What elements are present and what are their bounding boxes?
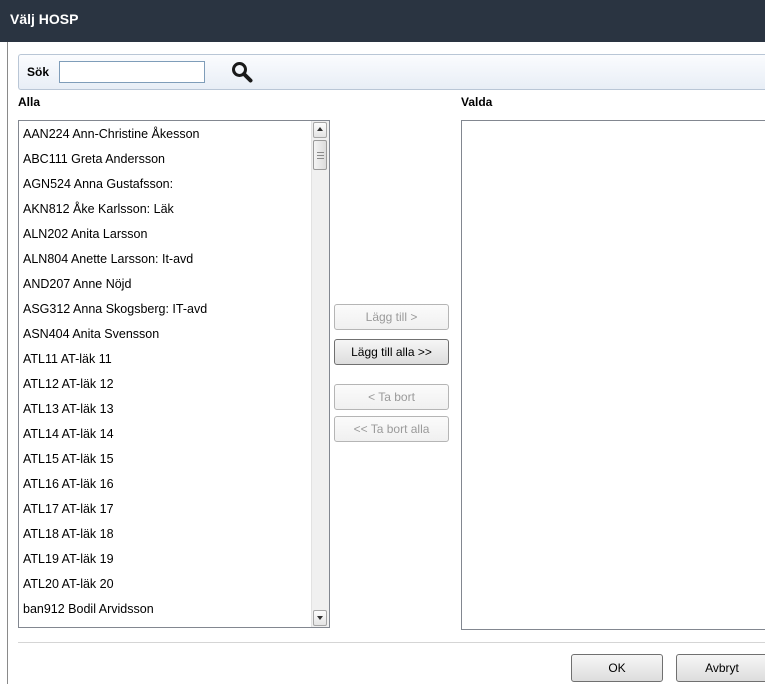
list-item[interactable]: ATL12 AT-läk 12 — [19, 371, 311, 396]
arrow-down-icon — [317, 616, 323, 620]
dialog-title: Välj HOSP — [10, 11, 79, 27]
list-item[interactable]: AAN224 Ann-Christine Åkesson — [19, 121, 311, 146]
available-list[interactable]: AAN224 Ann-Christine Åkesson ABC111 Gret… — [18, 120, 330, 628]
available-list-scrollbar[interactable] — [311, 121, 329, 627]
list-item[interactable]: ATL18 AT-läk 18 — [19, 521, 311, 546]
list-item[interactable]: ASG312 Anna Skogsberg: IT-avd — [19, 296, 311, 321]
search-bar: Sök — [18, 54, 765, 90]
search-label: Sök — [27, 65, 50, 79]
scroll-up-button[interactable] — [313, 122, 327, 138]
footer-divider — [18, 642, 765, 643]
grip-line — [317, 158, 324, 159]
available-header: Alla — [18, 95, 41, 109]
remove-all-button[interactable]: << Ta bort alla — [334, 416, 449, 442]
remove-button[interactable]: < Ta bort — [334, 384, 449, 410]
list-item[interactable]: ATL19 AT-läk 19 — [19, 546, 311, 571]
list-item[interactable]: ATL20 AT-läk 20 — [19, 571, 311, 596]
list-item[interactable]: ATL15 AT-läk 15 — [19, 446, 311, 471]
grip-line — [317, 155, 324, 156]
scroll-down-button[interactable] — [313, 610, 327, 626]
list-item[interactable]: ban912 Bodil Arvidsson — [19, 596, 311, 621]
selected-header: Valda — [461, 95, 493, 109]
search-icon[interactable] — [230, 60, 254, 84]
list-item[interactable]: ABC111 Greta Andersson — [19, 146, 311, 171]
list-item[interactable]: ATL11 AT-läk 11 — [19, 346, 311, 371]
list-item[interactable]: ASN404 Anita Svensson — [19, 321, 311, 346]
dialog-title-bar: Välj HOSP — [0, 0, 765, 42]
cancel-button[interactable]: Avbryt — [676, 654, 765, 682]
list-item[interactable]: AND207 Anne Nöjd — [19, 271, 311, 296]
grip-line — [317, 152, 324, 153]
scroll-thumb[interactable] — [313, 140, 327, 170]
list-item[interactable]: ALN804 Anette Larsson: It-avd — [19, 246, 311, 271]
arrow-up-icon — [317, 127, 323, 131]
list-item[interactable]: AGN524 Anna Gustafsson: — [19, 171, 311, 196]
dialog-body: Sök Alla Valda AAN224 Ann-Christine Åkes… — [7, 42, 765, 684]
list-item[interactable]: ATL13 AT-läk 13 — [19, 396, 311, 421]
list-item[interactable]: ATL17 AT-läk 17 — [19, 496, 311, 521]
search-input[interactable] — [59, 61, 205, 83]
ok-button[interactable]: OK — [571, 654, 663, 682]
add-button[interactable]: Lägg till > — [334, 304, 449, 330]
list-item[interactable]: ATL16 AT-läk 16 — [19, 471, 311, 496]
selected-list[interactable] — [461, 120, 765, 630]
list-item[interactable]: AKN812 Åke Karlsson: Läk — [19, 196, 311, 221]
list-item[interactable]: ATL14 AT-läk 14 — [19, 421, 311, 446]
list-item[interactable]: ALN202 Anita Larsson — [19, 221, 311, 246]
add-all-button[interactable]: Lägg till alla >> — [334, 339, 449, 365]
